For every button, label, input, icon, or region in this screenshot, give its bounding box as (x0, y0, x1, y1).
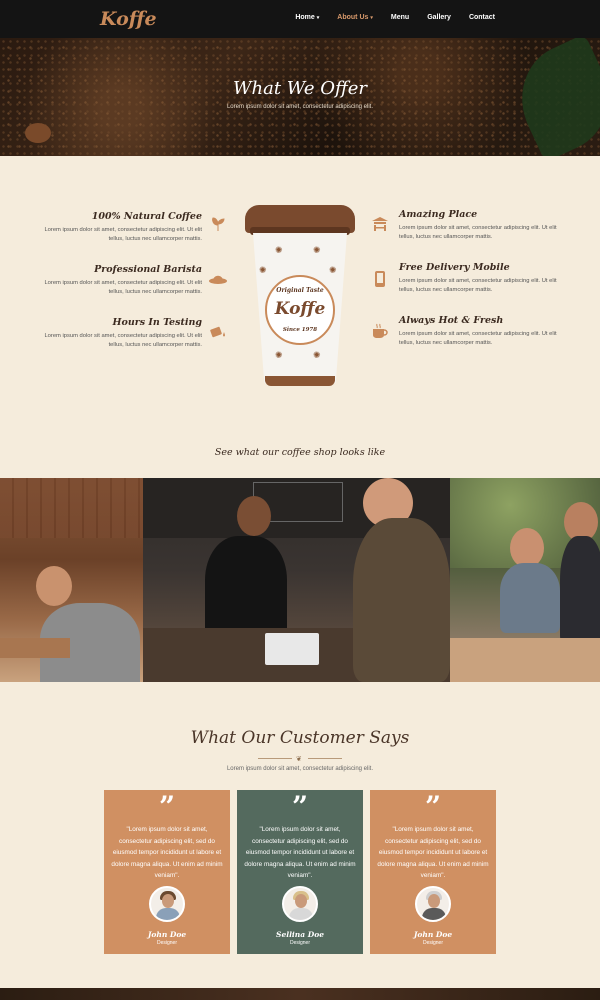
customer-name: Sellina Doe (276, 930, 324, 939)
top-nav: Koffe Home ▾ About Us ▾ Menu Gallery Conta… (0, 0, 600, 38)
customer-name: John Doe (147, 930, 187, 939)
decor-icon: ✺ (275, 245, 283, 255)
shop-icon (369, 216, 391, 238)
cup-badge: Original Taste Koffe Since 1978 (265, 275, 335, 345)
footer-banner-edge (0, 988, 600, 1000)
feature-text: Lorem ipsum dolor sit amet, consectetur … (44, 280, 202, 295)
leaf-icon (207, 216, 229, 238)
feature-text: Lorem ipsum dolor sit amet, consectetur … (44, 227, 202, 242)
feature-text: Lorem ipsum dolor sit amet, consectetur … (399, 225, 557, 240)
quote-icon: ” (424, 790, 442, 823)
coffee-bean-image (25, 123, 51, 143)
cup-icon (369, 323, 391, 345)
feature-hours-in-testing: Hours In Testing Lorem ipsum dolor sit a… (42, 317, 202, 350)
feature-title: Free Delivery Mobile (399, 262, 510, 273)
nav-item-about-us[interactable]: About Us ▾ (337, 14, 373, 21)
customer-role: Designer (156, 940, 177, 946)
customer-name: John Doe (413, 930, 453, 939)
customer-role: Designer (289, 940, 310, 946)
chevron-down-icon: ▾ (316, 15, 320, 21)
gallery-photo-friends[interactable] (450, 478, 600, 682)
testimonials-subtitle: Lorem ipsum dolor sit amet, consectetur … (226, 766, 374, 772)
decor-icon: ✺ (259, 265, 267, 275)
logo[interactable]: Koffe (100, 8, 157, 30)
feature-title: Amazing Place (399, 209, 478, 220)
testimonial-card: ” "Lorem ipsum dolor sit amet, consectet… (104, 790, 230, 954)
nav-item-menu[interactable]: Menu (391, 14, 409, 21)
decor-icon: ✺ (275, 350, 283, 360)
gallery-photo-customer[interactable] (0, 478, 143, 682)
decor-icon: ✺ (313, 245, 321, 255)
feature-free-delivery-mobile: Free Delivery Mobile Lorem ipsum dolor s… (399, 262, 559, 295)
nav-item-contact[interactable]: Contact (469, 14, 495, 21)
decor-icon: ✺ (313, 350, 321, 360)
gallery-caption: See what our coffee shop looks like (214, 447, 386, 458)
main-menu: Home ▾ About Us ▾ Menu Gallery Contact (295, 14, 495, 21)
hero-title: What We Offer (233, 78, 367, 99)
feature-natural-coffee: 100% Natural Coffee Lorem ipsum dolor si… (42, 211, 202, 244)
mobile-icon (369, 270, 391, 292)
testimonial-card: ” "Lorem ipsum dolor sit amet, consectet… (370, 790, 496, 954)
feature-text: Lorem ipsum dolor sit amet, consectetur … (399, 331, 557, 346)
gallery-photo-barista[interactable] (143, 478, 450, 682)
section-divider: ❦ (258, 755, 342, 763)
hero-subtitle: Lorem ipsum dolor sit amet, consectetur … (226, 104, 374, 110)
feature-title: 100% Natural Coffee (91, 211, 202, 222)
feature-text: Lorem ipsum dolor sit amet, consectetur … (44, 333, 202, 348)
avatar (149, 886, 185, 922)
decor-icon: ✺ (329, 265, 337, 275)
avatar (415, 886, 451, 922)
testimonial-text: "Lorem ipsum dolor sit amet, consectetur… (244, 826, 356, 879)
testimonial-text: "Lorem ipsum dolor sit amet, consectetur… (111, 826, 223, 879)
customer-role: Designer (422, 940, 443, 946)
quote-icon: ” (158, 790, 176, 823)
hero-banner: What We Offer Lorem ipsum dolor sit amet… (0, 38, 600, 156)
feature-amazing-place: Amazing Place Lorem ipsum dolor sit amet… (399, 209, 559, 242)
testimonial-text: "Lorem ipsum dolor sit amet, consectetur… (377, 826, 489, 879)
nav-item-home[interactable]: Home ▾ (295, 14, 319, 21)
feature-title: Hours In Testing (112, 317, 202, 328)
feature-title: Professional Barista (94, 264, 202, 275)
testimonial-card: ” "Lorem ipsum dolor sit amet, consectet… (237, 790, 363, 954)
feature-always-hot-fresh: Always Hot & Fresh Lorem ipsum dolor sit… (399, 315, 559, 348)
leaf-icon: ❦ (296, 756, 302, 763)
hat-icon (207, 270, 229, 292)
feature-text: Lorem ipsum dolor sit amet, consectetur … (399, 278, 557, 293)
nav-item-gallery[interactable]: Gallery (427, 14, 451, 21)
feature-title: Always Hot & Fresh (399, 315, 504, 326)
pour-icon (207, 323, 229, 345)
quote-icon: ” (291, 790, 309, 823)
testimonials-title: What Our Customer Says (190, 728, 410, 748)
feature-professional-barista: Professional Barista Lorem ipsum dolor s… (42, 264, 202, 297)
coffee-cup-illustration: ✺ ✺ ✺ ✺ ✺ ✺ Original Taste Koffe Since 1… (245, 205, 355, 387)
chevron-down-icon: ▾ (370, 15, 373, 21)
avatar (282, 886, 318, 922)
